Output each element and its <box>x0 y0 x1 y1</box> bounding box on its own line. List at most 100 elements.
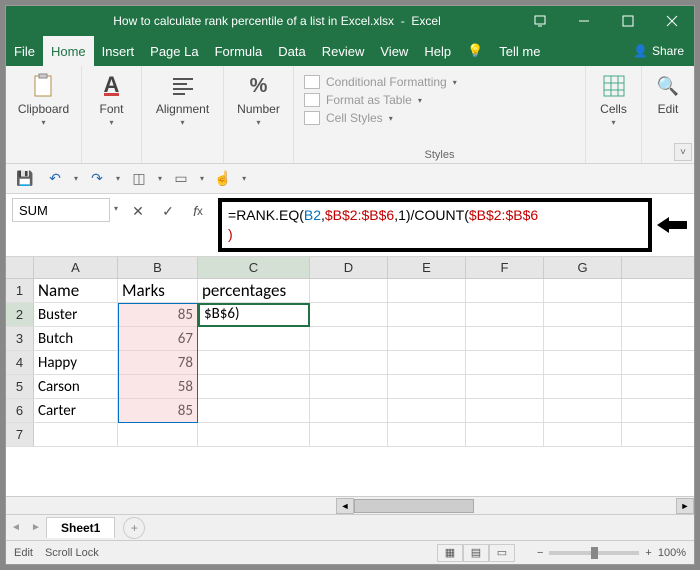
tab-review[interactable]: Review <box>314 36 373 66</box>
view-page-layout-icon[interactable]: ▤ <box>463 544 489 562</box>
redo-icon[interactable]: ↷ <box>86 168 108 190</box>
collapse-ribbon-icon[interactable]: ˅ <box>674 143 692 161</box>
row-header[interactable]: 7 <box>6 423 34 446</box>
title-app: Excel <box>411 14 440 28</box>
table-row: 2 Buster 85 <box>6 303 694 327</box>
tab-home[interactable]: Home <box>43 36 94 66</box>
minimize-icon[interactable] <box>562 6 606 36</box>
undo-icon[interactable]: ↶ <box>44 168 66 190</box>
cell[interactable]: 85 <box>118 303 198 326</box>
cell[interactable]: percentages <box>198 279 310 302</box>
cell[interactable]: 78 <box>118 351 198 374</box>
conditional-formatting-button[interactable]: Conditional Formatting ▾ <box>304 74 575 90</box>
scroll-thumb[interactable] <box>354 499 474 513</box>
col-header-A[interactable]: A <box>34 257 118 278</box>
cell-styles-icon <box>304 111 320 125</box>
tellme[interactable]: Tell me <box>491 36 548 66</box>
sheet-nav-next-icon[interactable]: ► <box>26 522 46 533</box>
horizontal-scrollbar[interactable]: ◄ ► <box>6 496 694 514</box>
cell[interactable]: 67 <box>118 327 198 350</box>
format-as-table-button[interactable]: Format as Table ▾ <box>304 92 575 108</box>
zoom-in-icon[interactable]: + <box>645 547 651 559</box>
zoom-control[interactable]: − + 100% <box>537 547 686 559</box>
tab-insert[interactable]: Insert <box>94 36 143 66</box>
cell[interactable]: Name <box>34 279 118 302</box>
column-headers: A B C D E F G <box>6 257 694 279</box>
col-header-F[interactable]: F <box>466 257 544 278</box>
font-button[interactable]: A Font▾ <box>88 70 135 129</box>
share-button[interactable]: 👤 Share <box>623 36 694 66</box>
col-header-G[interactable]: G <box>544 257 622 278</box>
close-icon[interactable] <box>650 6 694 36</box>
maximize-icon[interactable] <box>606 6 650 36</box>
qat-icon-1[interactable]: ◫ <box>128 168 150 190</box>
tab-data[interactable]: Data <box>270 36 313 66</box>
table-icon <box>304 93 320 107</box>
view-page-break-icon[interactable]: ▭ <box>489 544 515 562</box>
cell[interactable] <box>198 303 310 326</box>
zoom-slider[interactable] <box>549 551 639 555</box>
cell[interactable]: 85 <box>118 399 198 422</box>
row-header[interactable]: 2 <box>6 303 34 326</box>
ribbon-display-icon[interactable] <box>518 6 562 36</box>
col-header-D[interactable]: D <box>310 257 388 278</box>
zoom-out-icon[interactable]: − <box>537 547 543 559</box>
cell-styles-button[interactable]: Cell Styles ▾ <box>304 110 575 126</box>
sheet-nav-prev-icon[interactable]: ◄ <box>6 522 26 533</box>
sheet-tab[interactable]: Sheet1 <box>46 517 115 538</box>
row-header[interactable]: 5 <box>6 375 34 398</box>
save-icon[interactable]: 💾 <box>14 168 36 190</box>
cell[interactable]: Carson <box>34 375 118 398</box>
col-header-B[interactable]: B <box>118 257 198 278</box>
qat-icon-2[interactable]: ▭ <box>170 168 192 190</box>
undo-drop-icon[interactable]: ▾ <box>74 174 78 183</box>
grid-rows: 1 Name Marks percentages 2 Buster 85 3 B… <box>6 279 694 496</box>
styles-group-label: Styles <box>300 147 579 161</box>
row-header[interactable]: 1 <box>6 279 34 302</box>
cell[interactable]: Butch <box>34 327 118 350</box>
scroll-right-icon[interactable]: ► <box>676 498 694 514</box>
cells-button[interactable]: Cells▾ <box>592 70 635 129</box>
spreadsheet-grid[interactable]: A B C D E F G 1 Name Marks percentages 2… <box>6 257 694 514</box>
col-header-E[interactable]: E <box>388 257 466 278</box>
tellme-bulb-icon[interactable]: 💡 <box>459 36 491 66</box>
window-title: How to calculate rank percentile of a li… <box>36 14 518 28</box>
tab-file[interactable]: File <box>6 36 43 66</box>
scroll-left-icon[interactable]: ◄ <box>336 498 354 514</box>
table-row: 3 Butch 67 <box>6 327 694 351</box>
tab-formulas[interactable]: Formula <box>207 36 271 66</box>
tab-page-layout[interactable]: Page La <box>142 36 206 66</box>
row-header[interactable]: 4 <box>6 351 34 374</box>
tab-help[interactable]: Help <box>416 36 459 66</box>
clipboard-button[interactable]: Clipboard▾ <box>12 70 75 129</box>
cell[interactable]: Happy <box>34 351 118 374</box>
zoom-value[interactable]: 100% <box>658 547 686 559</box>
redo-drop-icon[interactable]: ▾ <box>116 174 120 183</box>
editing-button[interactable]: 🔍 Edit <box>648 70 688 118</box>
cond-format-icon <box>304 75 320 89</box>
formula-input[interactable]: =RANK.EQ(B2,$B$2:$B$6,1)/COUNT($B$2:$B$6… <box>218 198 652 252</box>
add-sheet-icon[interactable]: + <box>123 517 145 539</box>
cell[interactable]: 58 <box>118 375 198 398</box>
sheet-tab-bar: ◄ ► Sheet1 + <box>6 514 694 540</box>
formula-bar: SUM ▾ ✕ ✓ fx =RANK.EQ(B2,$B$2:$B$6,1)/CO… <box>6 194 694 257</box>
col-header-C[interactable]: C <box>198 257 310 278</box>
row-header[interactable]: 3 <box>6 327 34 350</box>
row-header[interactable]: 6 <box>6 399 34 422</box>
table-row: 6 Carter 85 <box>6 399 694 423</box>
cell[interactable]: Buster <box>34 303 118 326</box>
cell[interactable]: Marks <box>118 279 198 302</box>
tab-view[interactable]: View <box>372 36 416 66</box>
fx-icon[interactable]: fx <box>186 200 210 222</box>
cancel-formula-icon[interactable]: ✕ <box>126 200 150 222</box>
number-button[interactable]: % Number▾ <box>230 70 287 129</box>
touch-mode-icon[interactable]: ☝ <box>212 168 234 190</box>
name-box-drop-icon[interactable]: ▾ <box>114 198 118 213</box>
alignment-button[interactable]: Alignment▾ <box>148 70 217 129</box>
select-all-corner[interactable] <box>6 257 34 278</box>
name-box[interactable]: SUM <box>12 198 110 222</box>
view-normal-icon[interactable]: ▦ <box>437 544 463 562</box>
annotation-arrow-icon <box>656 198 688 252</box>
enter-formula-icon[interactable]: ✓ <box>156 200 180 222</box>
cell[interactable]: Carter <box>34 399 118 422</box>
